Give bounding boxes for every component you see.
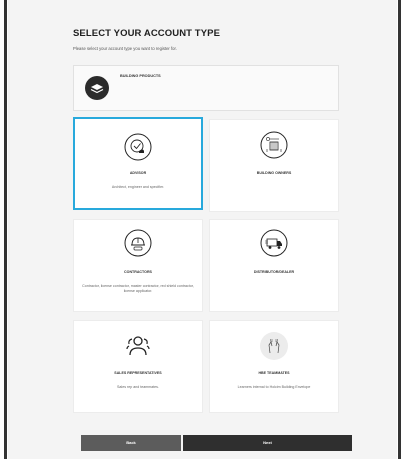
hard-hat-icon [123,228,153,258]
building-products-label: BUILDING PRODUCTS [120,74,161,78]
account-type-description: Architect, engineer and specifier. [111,185,165,189]
account-type-building-owners[interactable]: BUILDING OWNERS [209,119,339,212]
advisor-icon [123,132,153,162]
building-products-card: BUILDING PRODUCTS [73,65,339,111]
window-frame-right [398,0,401,459]
account-type-description: Sales rep and teammates. [117,385,159,389]
delivery-truck-icon [259,228,289,258]
team-icon [123,331,153,361]
account-type-label: CONTRACTORS [124,270,152,274]
raised-hands-icon [259,331,289,361]
account-type-advisor[interactable]: ADVISOR Architect, engineer and specifie… [73,117,203,210]
account-type-sales-representatives[interactable]: SALES REPRESENTATIVES Sales rep and team… [73,320,203,413]
account-type-label: HBE TEAMMATES [258,371,290,375]
registration-panel: SELECT YOUR ACCOUNT TYPE Please select y… [8,0,397,459]
account-type-description: Contractor, license contractor, master c… [82,284,194,294]
building-owners-icon [259,130,289,160]
back-button[interactable]: Back [81,435,181,451]
page-subtitle: Please select your account type you want… [73,46,177,51]
account-type-contractors[interactable]: CONTRACTORS Contractor, license contract… [73,219,203,312]
window-frame-left [4,0,7,459]
account-type-label: ADVISOR [129,171,147,175]
account-type-label: SALES REPRESENTATIVES [114,371,162,375]
page-title: SELECT YOUR ACCOUNT TYPE [73,28,221,39]
account-type-description: Learners internal to Holcim Building Env… [237,385,311,389]
layers-icon [85,76,109,100]
next-button[interactable]: Next [183,435,352,451]
account-type-distributor-dealer[interactable]: DISTRIBUTOR/DEALER [209,219,339,312]
account-type-hbe-teammates[interactable]: HBE TEAMMATES Learners internal to Holci… [209,320,339,413]
account-type-label: BUILDING OWNERS [256,171,292,175]
account-type-label: DISTRIBUTOR/DEALER [253,270,295,274]
